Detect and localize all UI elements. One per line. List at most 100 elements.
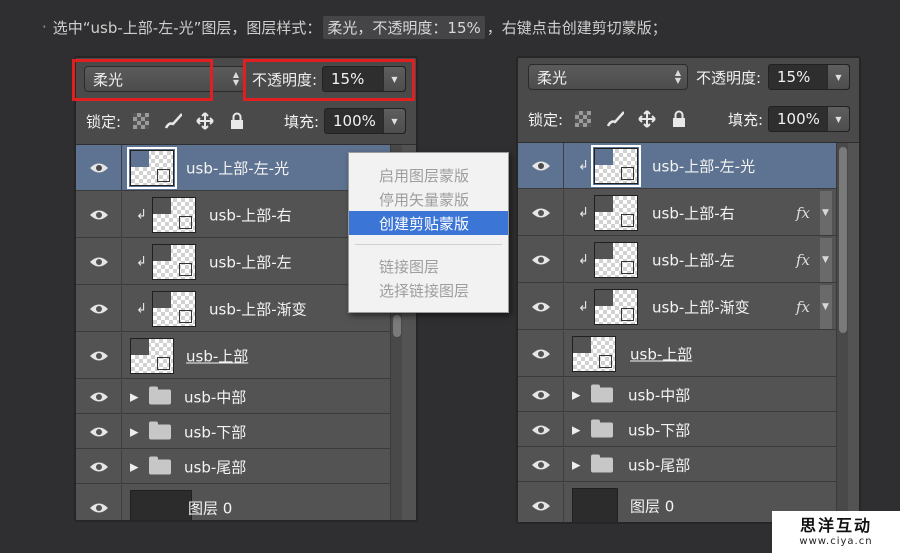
layer-thumbnail xyxy=(594,195,638,231)
eye-icon[interactable] xyxy=(518,413,564,446)
eye-icon[interactable] xyxy=(518,237,564,282)
layer-name: usb-上部-左 xyxy=(209,253,292,271)
chevron-down-icon[interactable]: ▼ xyxy=(822,255,829,265)
chevron-down-icon[interactable]: ▼ xyxy=(383,109,405,133)
scrollbar-thumb[interactable] xyxy=(839,147,847,333)
group-row[interactable]: ▶ usb-尾部 xyxy=(76,450,390,484)
group-name: usb-下部 xyxy=(628,421,691,439)
layer-row[interactable]: ↲ usb-上部-渐变 xyxy=(76,286,390,332)
eye-icon[interactable] xyxy=(76,145,122,190)
chevron-down-icon[interactable]: ▼ xyxy=(827,65,849,89)
clip-arrow-icon: ↲ xyxy=(578,158,589,173)
lock-transparency-icon[interactable] xyxy=(132,112,150,130)
instruction-line: · 选中“usb-上部-左-光”图层，图层样式： 柔光，不透明度：15% ，右键… xyxy=(42,14,667,40)
blend-mode-dropdown[interactable]: 柔光 ▲ ▼ xyxy=(528,64,688,90)
lock-icon[interactable] xyxy=(228,112,246,130)
group-row[interactable]: ▶ usb-中部 xyxy=(76,380,390,414)
annotation-box-opacity xyxy=(243,59,415,101)
brush-icon[interactable] xyxy=(606,110,624,128)
lock-icon[interactable] xyxy=(670,110,688,128)
eye-icon[interactable] xyxy=(518,331,564,376)
clip-arrow-icon: ↲ xyxy=(136,254,147,269)
menu-item-disable-vector-mask[interactable]: 停用矢量蒙版 xyxy=(349,187,508,211)
move-icon[interactable] xyxy=(638,110,656,128)
layer-row[interactable]: usb-上部-左-光 xyxy=(76,145,390,191)
eye-icon[interactable] xyxy=(76,239,122,284)
eye-icon[interactable] xyxy=(518,448,564,481)
expand-triangle-icon[interactable]: ▶ xyxy=(130,460,138,473)
layer-row[interactable]: 图层 0 xyxy=(76,485,390,520)
opacity-field[interactable]: 15% ▼ xyxy=(768,64,850,90)
menu-item-create-clipping-mask[interactable]: 创建剪贴蒙版 xyxy=(349,211,508,235)
eye-icon[interactable] xyxy=(518,483,564,522)
fill-field[interactable]: 100% ▼ xyxy=(768,106,850,132)
eye-icon[interactable] xyxy=(518,378,564,411)
opacity-value: 15% xyxy=(777,68,811,86)
eye-icon[interactable] xyxy=(76,450,122,483)
brush-icon[interactable] xyxy=(164,112,182,130)
expand-triangle-icon[interactable]: ▶ xyxy=(130,425,138,438)
expand-triangle-icon[interactable]: ▶ xyxy=(572,458,580,471)
lock-label: 锁定: xyxy=(528,110,564,129)
layer-row[interactable]: ↲ usb-上部-右 fx ▼ xyxy=(518,190,836,236)
expand-triangle-icon[interactable]: ▶ xyxy=(572,388,580,401)
anchor-icon xyxy=(179,263,192,276)
layer-thumbnail xyxy=(152,197,196,233)
group-row[interactable]: ▶ usb-尾部 xyxy=(518,448,836,482)
updown-arrows-icon: ▲ ▼ xyxy=(232,70,239,87)
layer-row[interactable]: ↲ usb-上部-渐变 fx ▼ xyxy=(518,284,836,330)
eye-icon[interactable] xyxy=(76,380,122,413)
lock-icons xyxy=(574,106,688,132)
layer-row[interactable]: ↲ usb-上部-左 fx ▼ xyxy=(518,237,836,283)
layer-name: usb-上部 xyxy=(630,345,693,363)
layer-thumbnail xyxy=(130,338,174,374)
chevron-down-icon[interactable]: ▼ xyxy=(827,107,849,131)
expand-triangle-icon[interactable]: ▶ xyxy=(130,390,138,403)
eye-icon[interactable] xyxy=(76,333,122,378)
fx-icon[interactable]: fx xyxy=(796,298,810,316)
layer-row[interactable]: usb-上部 xyxy=(518,331,836,377)
eye-icon[interactable] xyxy=(76,192,122,237)
eye-icon[interactable] xyxy=(518,190,564,235)
watermark-logo: 思洋互动 www.ciya.cn xyxy=(772,511,900,553)
layer-row[interactable]: ↲ usb-上部-右 xyxy=(76,192,390,238)
group-name: usb-尾部 xyxy=(628,456,691,474)
blend-mode-value: 柔光 xyxy=(537,68,568,87)
layer-thumbnail xyxy=(127,147,177,189)
layer-name: usb-上部-左 xyxy=(652,251,735,269)
anchor-icon xyxy=(621,308,634,321)
layer-row[interactable]: usb-上部 xyxy=(76,333,390,379)
chevron-down-icon[interactable]: ▼ xyxy=(822,208,829,218)
fill-field[interactable]: 100% ▼ xyxy=(324,108,406,134)
menu-item-select-linked-layers[interactable]: 选择链接图层 xyxy=(349,278,508,302)
scrollbar-thumb[interactable] xyxy=(393,315,401,337)
fx-icon[interactable]: fx xyxy=(796,204,810,222)
folder-icon xyxy=(149,386,171,404)
eye-icon[interactable] xyxy=(76,485,122,520)
updown-arrows-icon: ▲ ▼ xyxy=(674,68,681,85)
group-row[interactable]: ▶ usb-中部 xyxy=(518,378,836,412)
anchor-icon xyxy=(621,167,634,180)
layer-row[interactable]: ↲ usb-上部-左 xyxy=(76,239,390,285)
anchor-icon xyxy=(179,310,192,323)
move-icon[interactable] xyxy=(196,112,214,130)
layer-name: usb-上部-右 xyxy=(209,206,292,224)
menu-item-enable-layer-mask[interactable]: 启用图层蒙版 xyxy=(349,163,508,187)
fx-icon[interactable]: fx xyxy=(796,251,810,269)
group-row[interactable]: ▶ usb-下部 xyxy=(518,413,836,447)
layer-name: 图层 0 xyxy=(630,497,675,515)
group-row[interactable]: ▶ usb-下部 xyxy=(76,415,390,449)
menu-item-link-layers[interactable]: 链接图层 xyxy=(349,254,508,278)
scrollbar[interactable] xyxy=(836,143,848,522)
eye-icon[interactable] xyxy=(518,143,564,188)
eye-icon[interactable] xyxy=(76,415,122,448)
layer-thumbnail xyxy=(594,289,638,325)
lock-transparency-icon[interactable] xyxy=(574,110,592,128)
clip-arrow-icon: ↲ xyxy=(136,207,147,222)
expand-triangle-icon[interactable]: ▶ xyxy=(572,423,580,436)
layer-row[interactable]: ↲ usb-上部-左-光 xyxy=(518,143,836,189)
chevron-down-icon[interactable]: ▼ xyxy=(822,302,829,312)
eye-icon[interactable] xyxy=(518,284,564,329)
layer-name: usb-上部-左-光 xyxy=(652,157,756,175)
eye-icon[interactable] xyxy=(76,286,122,331)
